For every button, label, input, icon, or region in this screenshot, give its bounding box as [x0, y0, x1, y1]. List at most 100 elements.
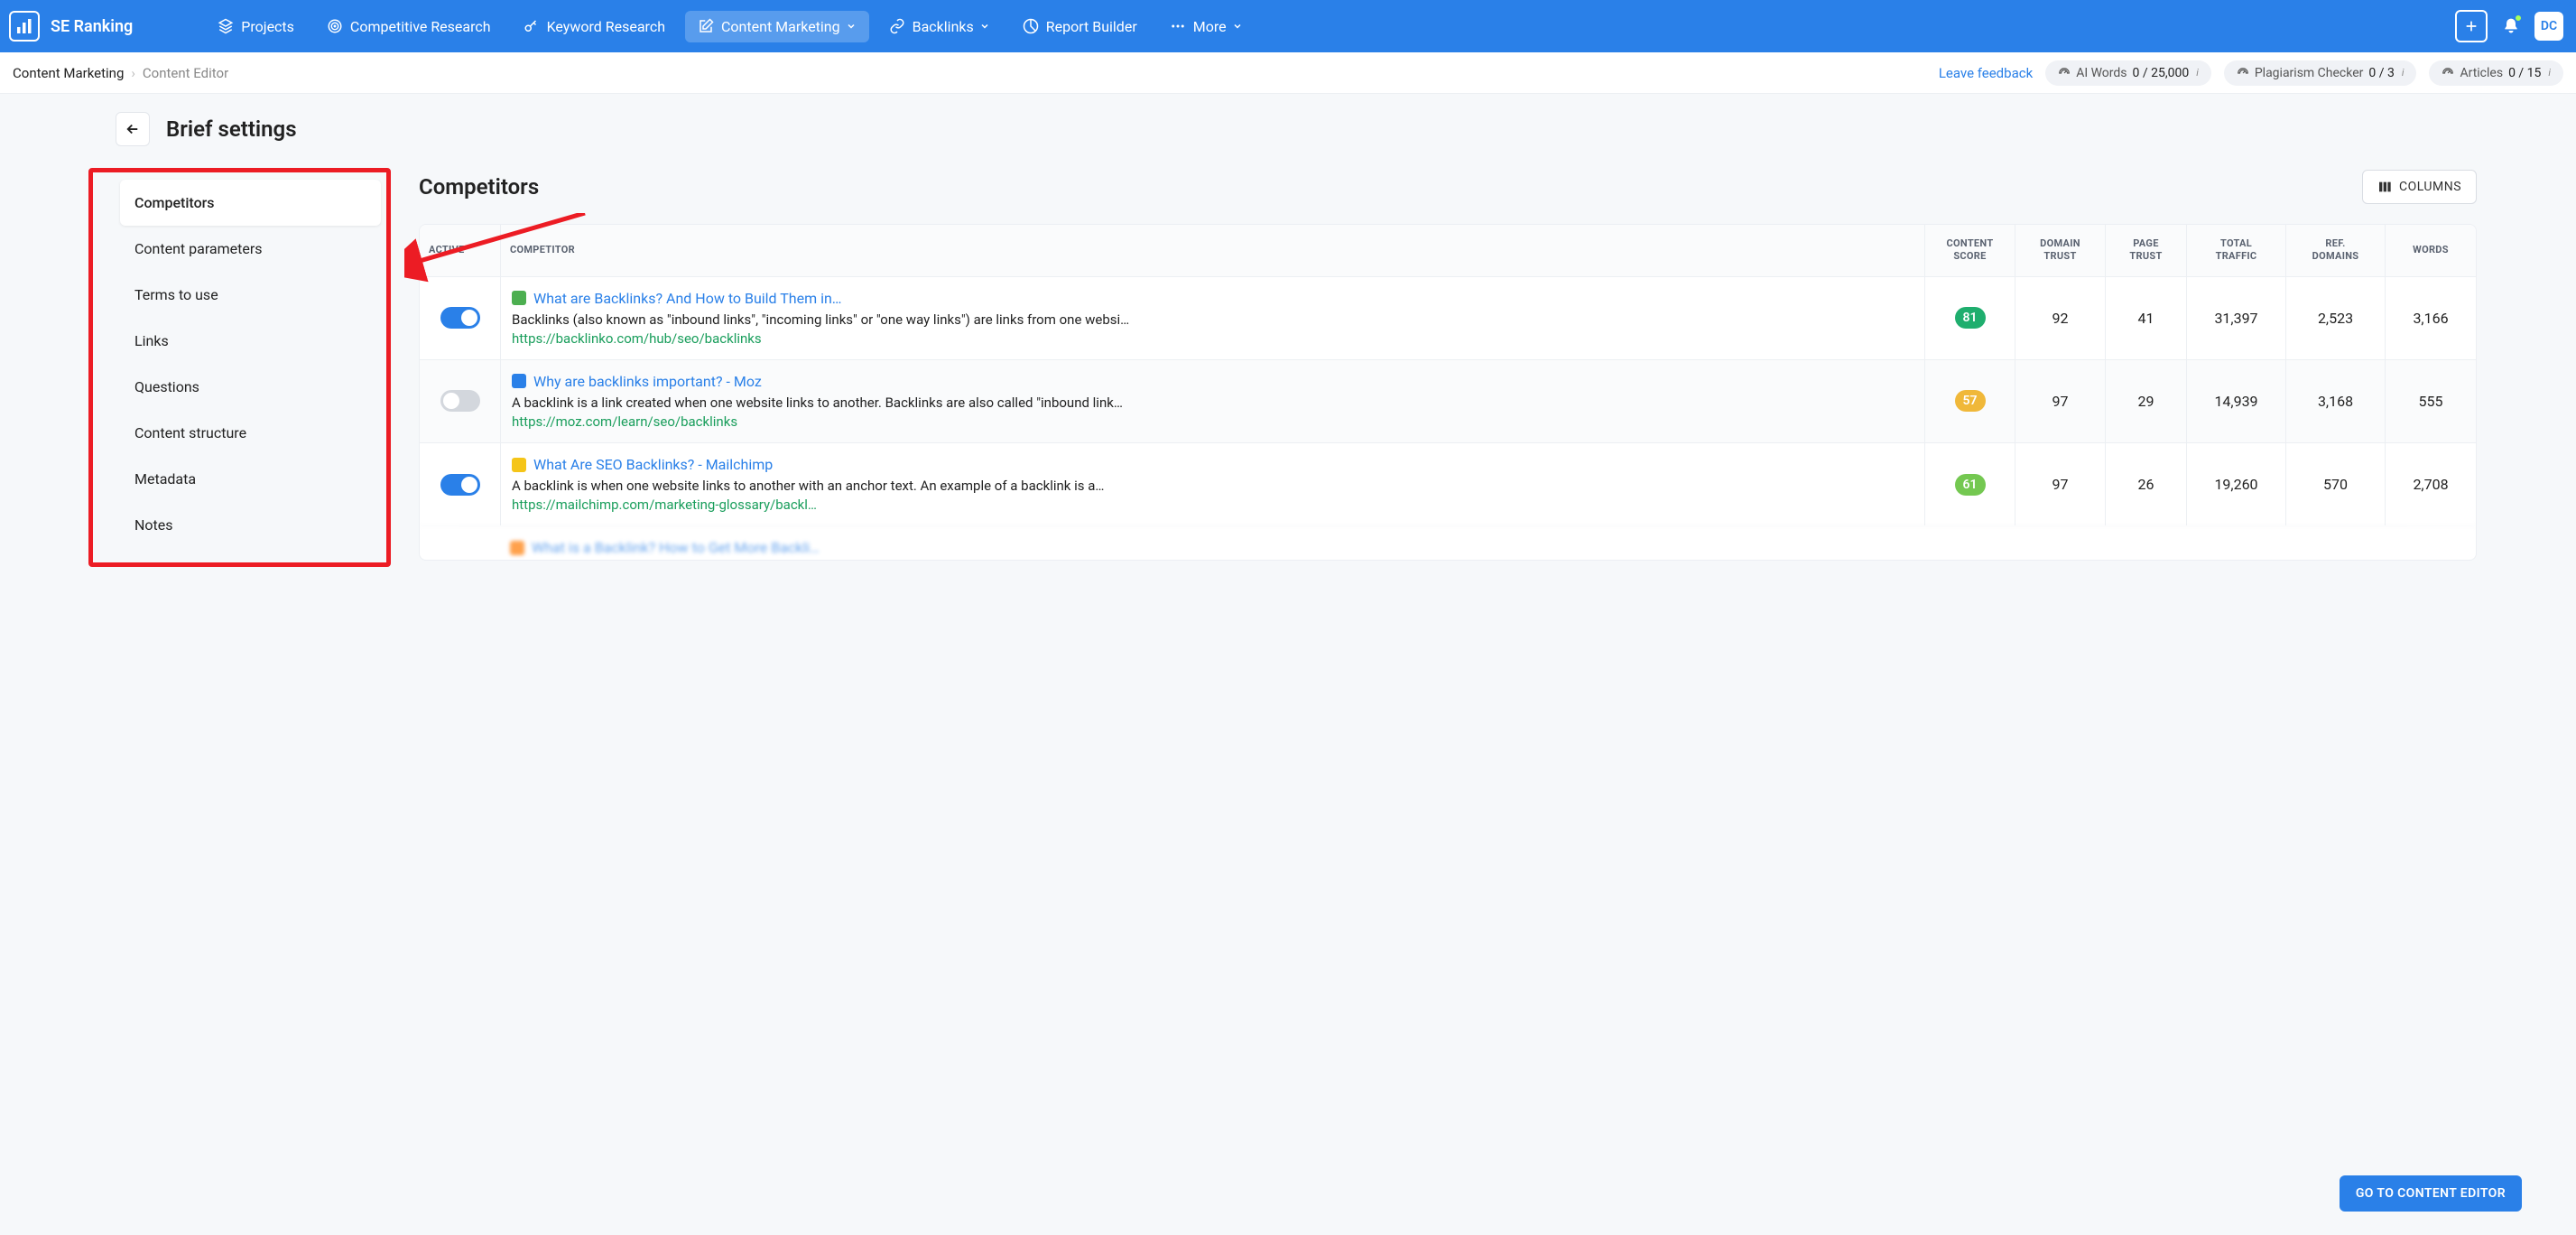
cell-competitor: What are Backlinks? And How to Build The… — [501, 277, 1925, 359]
cell-content-score: 61 — [1925, 443, 2015, 525]
user-avatar[interactable]: DC — [2534, 12, 2563, 41]
col-competitor: COMPETITOR — [501, 225, 1925, 276]
main: Brief settings CompetitorsContent parame… — [0, 94, 2576, 1235]
columns-button[interactable]: COLUMNS — [2362, 170, 2477, 204]
cell-words: 2,708 — [2386, 443, 2476, 525]
competitor-title-link[interactable]: What are Backlinks? And How to Build The… — [533, 290, 842, 307]
add-button[interactable] — [2455, 10, 2488, 42]
competitor-title-link[interactable]: Why are backlinks important? - Moz — [533, 373, 762, 390]
info-icon: i — [2196, 67, 2199, 79]
competitor-url[interactable]: https://backlinko.com/hub/seo/backlinks — [512, 330, 1913, 347]
cell-page-trust: 29 — [2106, 360, 2187, 442]
notifications-button[interactable] — [2498, 14, 2524, 39]
cell-content-score: 57 — [1925, 360, 2015, 442]
breadcrumb-current: Content Editor — [143, 65, 228, 81]
sidebar-tab-links[interactable]: Links — [120, 318, 381, 364]
content: Competitors COLUMNS ACTIVE COMPETITOR CO… — [397, 112, 2576, 1235]
nav-competitive-research[interactable]: Competitive Research — [314, 11, 504, 42]
cell-ref-domains: 2,523 — [2286, 277, 2386, 359]
cell-traffic: 19,260 — [2187, 443, 2286, 525]
favicon — [510, 541, 524, 555]
brand-name[interactable]: SE Ranking — [51, 17, 133, 36]
cell-domain-trust: 97 — [2015, 360, 2106, 442]
competitor-description: Backlinks (also known as "inbound links"… — [512, 311, 1913, 329]
competitor-description: A backlink is a link created when one we… — [512, 394, 1913, 412]
gauge-icon — [2058, 67, 2071, 79]
cell-ref-domains: 570 — [2286, 443, 2386, 525]
back-button[interactable] — [116, 112, 150, 146]
sub-bar: Content Marketing › Content Editor Leave… — [0, 52, 2576, 94]
ai-words-pill[interactable]: AI Words 0 / 25,000 i — [2045, 60, 2211, 86]
sidebar-tab-competitors[interactable]: Competitors — [120, 180, 381, 226]
col-ref-domains[interactable]: REF.DOMAINS — [2286, 225, 2386, 276]
edit-icon — [698, 18, 714, 34]
score-badge: 61 — [1955, 474, 1986, 496]
info-icon: i — [2402, 67, 2405, 79]
sidebar-tab-terms-to-use[interactable]: Terms to use — [120, 272, 381, 318]
sidebar-tab-content-parameters[interactable]: Content parameters — [120, 226, 381, 272]
cell-page-trust: 41 — [2106, 277, 2187, 359]
arrow-left-icon — [125, 121, 141, 137]
nav-items: Projects Competitive Research Keyword Re… — [205, 11, 1255, 42]
active-toggle[interactable] — [440, 474, 480, 496]
nav-backlinks[interactable]: Backlinks — [876, 11, 1003, 42]
articles-pill[interactable]: Articles 0 / 15 i — [2429, 60, 2563, 86]
cell-competitor: Why are backlinks important? - Moz A back… — [501, 360, 1925, 442]
cell-content-score: 81 — [1925, 277, 2015, 359]
score-badge: 81 — [1955, 307, 1986, 329]
plus-icon — [2464, 19, 2479, 33]
nav-content-marketing[interactable]: Content Marketing — [685, 11, 869, 42]
col-content-score[interactable]: CONTENTSCORE — [1925, 225, 2015, 276]
breadcrumb-sep: › — [131, 65, 135, 81]
sidebar: Brief settings CompetitorsContent parame… — [0, 112, 397, 1235]
chevron-down-icon — [1232, 21, 1243, 32]
col-total-traffic[interactable]: TOTALTRAFFIC — [2187, 225, 2286, 276]
top-nav: SE Ranking Projects Competitive Research… — [0, 0, 2576, 52]
cell-competitor: What Are SEO Backlinks? - Mailchimp A bac… — [501, 443, 1925, 525]
favicon — [512, 374, 526, 388]
stack-icon — [218, 18, 234, 34]
cell-domain-trust: 97 — [2015, 443, 2106, 525]
chevron-down-icon — [979, 21, 990, 32]
sidebar-tab-metadata[interactable]: Metadata — [120, 456, 381, 502]
cell-traffic: 14,939 — [2187, 360, 2286, 442]
plagiarism-pill[interactable]: Plagiarism Checker 0 / 3 i — [2224, 60, 2417, 86]
go-to-content-editor-button[interactable]: GO TO CONTENT EDITOR — [2340, 1175, 2522, 1212]
col-words[interactable]: WORDS — [2386, 225, 2476, 276]
chart-pie-icon — [1023, 18, 1039, 34]
info-icon: i — [2548, 67, 2551, 79]
competitor-url[interactable]: https://moz.com/learn/seo/backlinks — [512, 413, 1913, 430]
cell-traffic: 31,397 — [2187, 277, 2286, 359]
gauge-icon — [2237, 67, 2249, 79]
col-domain-trust[interactable]: DOMAINTRUST — [2015, 225, 2106, 276]
highlight-box: CompetitorsContent parametersTerms to us… — [88, 168, 391, 567]
cell-active — [420, 277, 501, 359]
competitor-description: A backlink is when one website links to … — [512, 477, 1913, 495]
competitor-title-link[interactable]: What Are SEO Backlinks? - Mailchimp — [533, 456, 773, 473]
favicon — [512, 291, 526, 305]
dots-icon — [1170, 18, 1186, 34]
nav-report-builder[interactable]: Report Builder — [1010, 11, 1150, 42]
nav-projects[interactable]: Projects — [205, 11, 307, 42]
sidebar-tab-questions[interactable]: Questions — [120, 364, 381, 410]
breadcrumb-root[interactable]: Content Marketing — [13, 65, 124, 81]
sidebar-tab-notes[interactable]: Notes — [120, 502, 381, 548]
competitor-title-link[interactable]: What is a Backlink? How to Get More Back… — [532, 539, 820, 556]
key-icon — [524, 18, 540, 34]
logo-icon[interactable] — [9, 11, 40, 42]
competitor-url[interactable]: https://mailchimp.com/marketing-glossary… — [512, 497, 1913, 513]
notification-dot — [2515, 14, 2522, 22]
sidebar-tab-content-structure[interactable]: Content structure — [120, 410, 381, 456]
table-row: What Are SEO Backlinks? - Mailchimp A bac… — [420, 442, 2476, 525]
nav-more[interactable]: More — [1157, 11, 1256, 42]
leave-feedback-link[interactable]: Leave feedback — [1939, 65, 2033, 81]
cell-active — [420, 443, 501, 525]
nav-keyword-research[interactable]: Keyword Research — [511, 11, 678, 42]
nav-right: DC — [2455, 10, 2563, 42]
col-page-trust[interactable]: PAGETRUST — [2106, 225, 2187, 276]
active-toggle[interactable] — [440, 390, 480, 412]
table-header: ACTIVE COMPETITOR CONTENTSCORE DOMAINTRU… — [420, 225, 2476, 276]
table-row: What are Backlinks? And How to Build The… — [420, 276, 2476, 359]
cell-domain-trust: 92 — [2015, 277, 2106, 359]
active-toggle[interactable] — [440, 307, 480, 329]
